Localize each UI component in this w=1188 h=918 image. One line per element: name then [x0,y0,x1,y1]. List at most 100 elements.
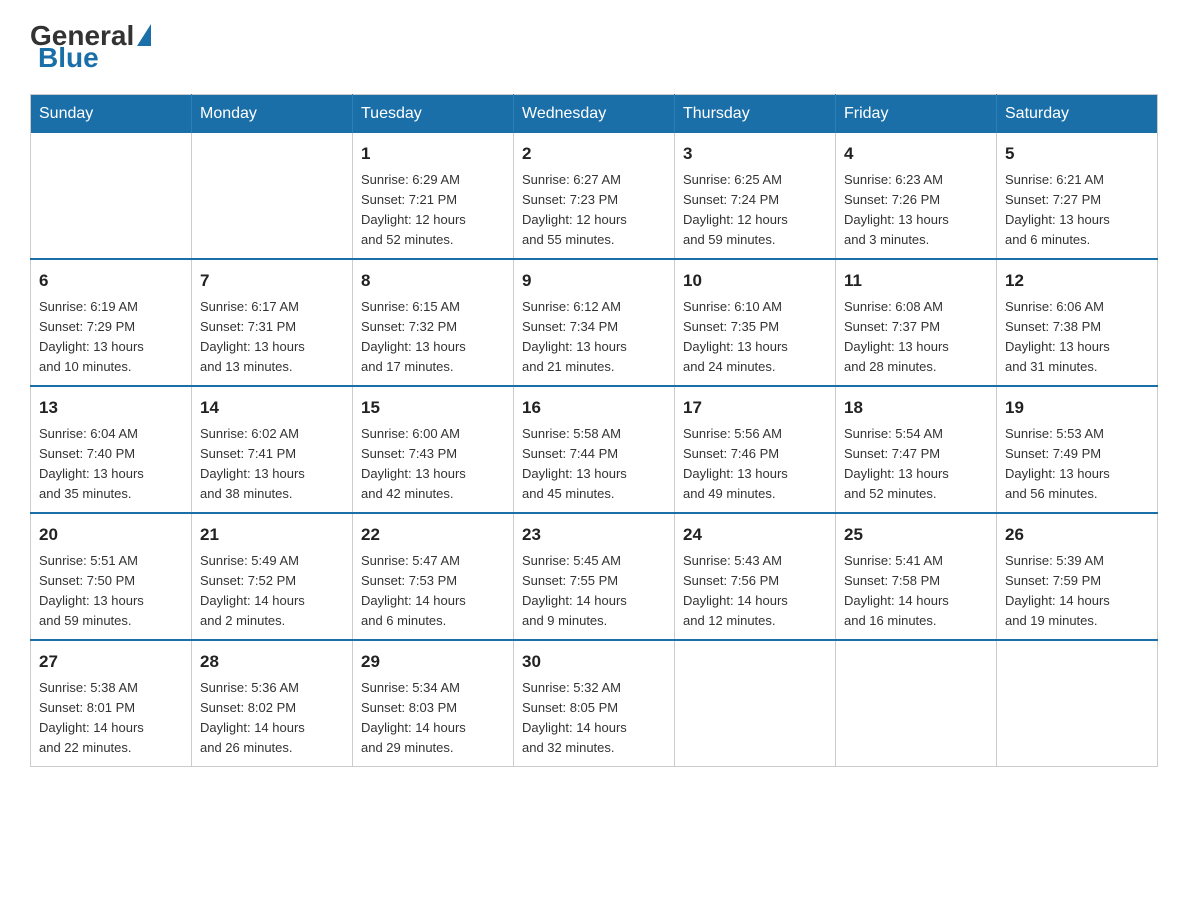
logo-triangle-icon [137,24,151,46]
weekday-header-tuesday: Tuesday [353,95,514,134]
day-number: 22 [361,522,505,548]
calendar-cell: 25 Sunrise: 5:41 AM Sunset: 7:58 PM Dayli… [836,513,997,640]
calendar-cell: 5 Sunrise: 6:21 AM Sunset: 7:27 PM Daylig… [997,133,1158,259]
day-number: 19 [1005,395,1149,421]
day-number: 1 [361,141,505,167]
day-info: Sunrise: 6:17 AM Sunset: 7:31 PM Dayligh… [200,297,344,378]
day-info: Sunrise: 5:45 AM Sunset: 7:55 PM Dayligh… [522,551,666,632]
page-header: General Blue [30,20,1158,74]
calendar-cell: 20 Sunrise: 5:51 AM Sunset: 7:50 PM Dayli… [31,513,192,640]
day-number: 26 [1005,522,1149,548]
weekday-header-wednesday: Wednesday [514,95,675,134]
day-info: Sunrise: 5:58 AM Sunset: 7:44 PM Dayligh… [522,424,666,505]
day-info: Sunrise: 6:00 AM Sunset: 7:43 PM Dayligh… [361,424,505,505]
calendar-cell [31,133,192,259]
day-info: Sunrise: 6:23 AM Sunset: 7:26 PM Dayligh… [844,170,988,251]
calendar-cell: 15 Sunrise: 6:00 AM Sunset: 7:43 PM Dayli… [353,386,514,513]
calendar-cell: 2Sunrise: 6:27 AM Sunset: 7:23 PM Daylig… [514,133,675,259]
weekday-header-row: SundayMondayTuesdayWednesdayThursdayFrid… [31,95,1158,134]
day-number: 25 [844,522,988,548]
day-number: 24 [683,522,827,548]
day-number: 29 [361,649,505,675]
calendar-cell [675,640,836,767]
day-info: Sunrise: 6:02 AM Sunset: 7:41 PM Dayligh… [200,424,344,505]
day-number: 13 [39,395,183,421]
calendar-cell [997,640,1158,767]
day-info: Sunrise: 5:47 AM Sunset: 7:53 PM Dayligh… [361,551,505,632]
day-number: 7 [200,268,344,294]
calendar-week-4: 20 Sunrise: 5:51 AM Sunset: 7:50 PM Dayli… [31,513,1158,640]
day-info: Sunrise: 6:19 AM Sunset: 7:29 PM Dayligh… [39,297,183,378]
day-info: Sunrise: 5:32 AM Sunset: 8:05 PM Dayligh… [522,678,666,759]
day-info: Sunrise: 5:39 AM Sunset: 7:59 PM Dayligh… [1005,551,1149,632]
calendar-cell: 4 Sunrise: 6:23 AM Sunset: 7:26 PM Daylig… [836,133,997,259]
day-number: 14 [200,395,344,421]
calendar-cell: 30Sunrise: 5:32 AM Sunset: 8:05 PM Dayli… [514,640,675,767]
calendar-cell: 22 Sunrise: 5:47 AM Sunset: 7:53 PM Dayli… [353,513,514,640]
day-info: Sunrise: 6:29 AM Sunset: 7:21 PM Dayligh… [361,170,505,251]
day-info: Sunrise: 5:43 AM Sunset: 7:56 PM Dayligh… [683,551,827,632]
weekday-header-saturday: Saturday [997,95,1158,134]
calendar-cell: 7 Sunrise: 6:17 AM Sunset: 7:31 PM Daylig… [192,259,353,386]
day-info: Sunrise: 6:15 AM Sunset: 7:32 PM Dayligh… [361,297,505,378]
day-number: 11 [844,268,988,294]
day-info: Sunrise: 6:12 AM Sunset: 7:34 PM Dayligh… [522,297,666,378]
weekday-header-monday: Monday [192,95,353,134]
day-number: 18 [844,395,988,421]
calendar-cell: 9Sunrise: 6:12 AM Sunset: 7:34 PM Daylig… [514,259,675,386]
calendar-cell: 26 Sunrise: 5:39 AM Sunset: 7:59 PM Dayli… [997,513,1158,640]
day-info: Sunrise: 5:38 AM Sunset: 8:01 PM Dayligh… [39,678,183,759]
day-number: 15 [361,395,505,421]
calendar-cell: 21 Sunrise: 5:49 AM Sunset: 7:52 PM Dayli… [192,513,353,640]
day-number: 2 [522,141,666,167]
calendar-week-2: 6 Sunrise: 6:19 AM Sunset: 7:29 PM Daylig… [31,259,1158,386]
day-info: Sunrise: 6:21 AM Sunset: 7:27 PM Dayligh… [1005,170,1149,251]
day-number: 17 [683,395,827,421]
day-info: Sunrise: 6:10 AM Sunset: 7:35 PM Dayligh… [683,297,827,378]
day-number: 23 [522,522,666,548]
calendar-cell: 23 Sunrise: 5:45 AM Sunset: 7:55 PM Dayli… [514,513,675,640]
calendar-cell: 8 Sunrise: 6:15 AM Sunset: 7:32 PM Daylig… [353,259,514,386]
day-number: 12 [1005,268,1149,294]
day-number: 8 [361,268,505,294]
calendar-cell: 11Sunrise: 6:08 AM Sunset: 7:37 PM Dayli… [836,259,997,386]
calendar-cell: 17 Sunrise: 5:56 AM Sunset: 7:46 PM Dayli… [675,386,836,513]
day-number: 5 [1005,141,1149,167]
day-number: 10 [683,268,827,294]
day-number: 6 [39,268,183,294]
calendar-week-5: 27 Sunrise: 5:38 AM Sunset: 8:01 PM Dayli… [31,640,1158,767]
calendar-cell: 13Sunrise: 6:04 AM Sunset: 7:40 PM Dayli… [31,386,192,513]
calendar-cell: 12 Sunrise: 6:06 AM Sunset: 7:38 PM Dayli… [997,259,1158,386]
calendar-cell: 29 Sunrise: 5:34 AM Sunset: 8:03 PM Dayli… [353,640,514,767]
day-info: Sunrise: 5:36 AM Sunset: 8:02 PM Dayligh… [200,678,344,759]
day-info: Sunrise: 5:49 AM Sunset: 7:52 PM Dayligh… [200,551,344,632]
day-number: 3 [683,141,827,167]
day-number: 27 [39,649,183,675]
day-info: Sunrise: 6:06 AM Sunset: 7:38 PM Dayligh… [1005,297,1149,378]
day-info: Sunrise: 5:56 AM Sunset: 7:46 PM Dayligh… [683,424,827,505]
calendar-cell: 28 Sunrise: 5:36 AM Sunset: 8:02 PM Dayli… [192,640,353,767]
calendar-table: SundayMondayTuesdayWednesdayThursdayFrid… [30,94,1158,767]
day-number: 16 [522,395,666,421]
day-number: 21 [200,522,344,548]
calendar-cell: 10 Sunrise: 6:10 AM Sunset: 7:35 PM Dayli… [675,259,836,386]
day-info: Sunrise: 5:34 AM Sunset: 8:03 PM Dayligh… [361,678,505,759]
day-info: Sunrise: 5:41 AM Sunset: 7:58 PM Dayligh… [844,551,988,632]
logo-blue-text: Blue [38,42,99,74]
calendar-cell: 19 Sunrise: 5:53 AM Sunset: 7:49 PM Dayli… [997,386,1158,513]
calendar-week-3: 13Sunrise: 6:04 AM Sunset: 7:40 PM Dayli… [31,386,1158,513]
day-info: Sunrise: 5:53 AM Sunset: 7:49 PM Dayligh… [1005,424,1149,505]
calendar-cell: 24 Sunrise: 5:43 AM Sunset: 7:56 PM Dayli… [675,513,836,640]
calendar-cell: 18Sunrise: 5:54 AM Sunset: 7:47 PM Dayli… [836,386,997,513]
calendar-cell: 3 Sunrise: 6:25 AM Sunset: 7:24 PM Daylig… [675,133,836,259]
calendar-cell: 14 Sunrise: 6:02 AM Sunset: 7:41 PM Dayli… [192,386,353,513]
calendar-week-1: 1 Sunrise: 6:29 AM Sunset: 7:21 PM Daylig… [31,133,1158,259]
calendar-cell [192,133,353,259]
day-number: 4 [844,141,988,167]
day-info: Sunrise: 6:25 AM Sunset: 7:24 PM Dayligh… [683,170,827,251]
day-number: 28 [200,649,344,675]
weekday-header-thursday: Thursday [675,95,836,134]
day-number: 20 [39,522,183,548]
weekday-header-sunday: Sunday [31,95,192,134]
day-info: Sunrise: 5:51 AM Sunset: 7:50 PM Dayligh… [39,551,183,632]
